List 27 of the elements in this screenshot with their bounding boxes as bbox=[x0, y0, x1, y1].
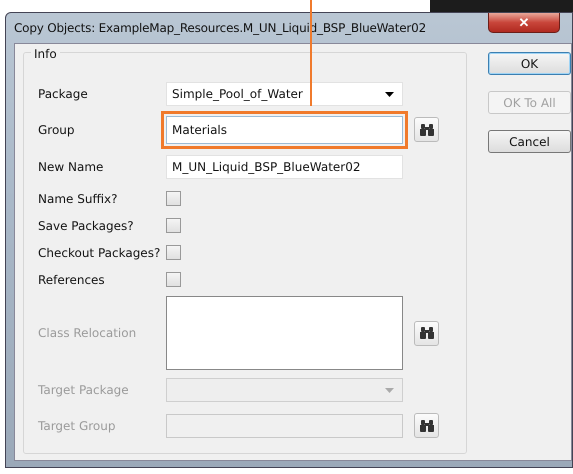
field-label: New Name bbox=[38, 160, 104, 174]
field-label: Class Relocation bbox=[38, 326, 138, 340]
field-label: Target Group bbox=[38, 418, 116, 432]
field-label: Checkout Packages? bbox=[38, 246, 162, 260]
checkbox[interactable] bbox=[166, 191, 181, 206]
caret-icon bbox=[385, 388, 394, 392]
checkbox[interactable] bbox=[166, 245, 181, 260]
input-field[interactable]: M_UN_Liquid_BSP_BlueWater02 bbox=[166, 154, 403, 178]
caret-icon bbox=[385, 92, 394, 96]
field-label: Save Packages? bbox=[38, 218, 135, 232]
dialog-button[interactable]: Cancel bbox=[488, 130, 571, 153]
binoculars-icon bbox=[418, 326, 434, 340]
field-label: Group bbox=[38, 122, 76, 136]
field-label: Target Package bbox=[38, 383, 130, 397]
browse-button[interactable] bbox=[414, 117, 439, 142]
dialog-button[interactable]: OK bbox=[488, 52, 571, 75]
checkbox[interactable] bbox=[166, 218, 181, 233]
dropdown[interactable]: Simple_Pool_of_Water bbox=[166, 82, 403, 106]
close-button[interactable]: ✕ bbox=[488, 13, 560, 33]
field-label: References bbox=[38, 272, 106, 286]
input-field[interactable]: Materials bbox=[166, 116, 403, 144]
binoculars-icon bbox=[418, 418, 434, 432]
binoculars-icon bbox=[418, 122, 434, 136]
field-label: Name Suffix? bbox=[38, 192, 119, 206]
group-box-title: Info bbox=[31, 47, 60, 61]
field-label: Package bbox=[38, 87, 89, 101]
checkbox[interactable] bbox=[166, 272, 181, 287]
